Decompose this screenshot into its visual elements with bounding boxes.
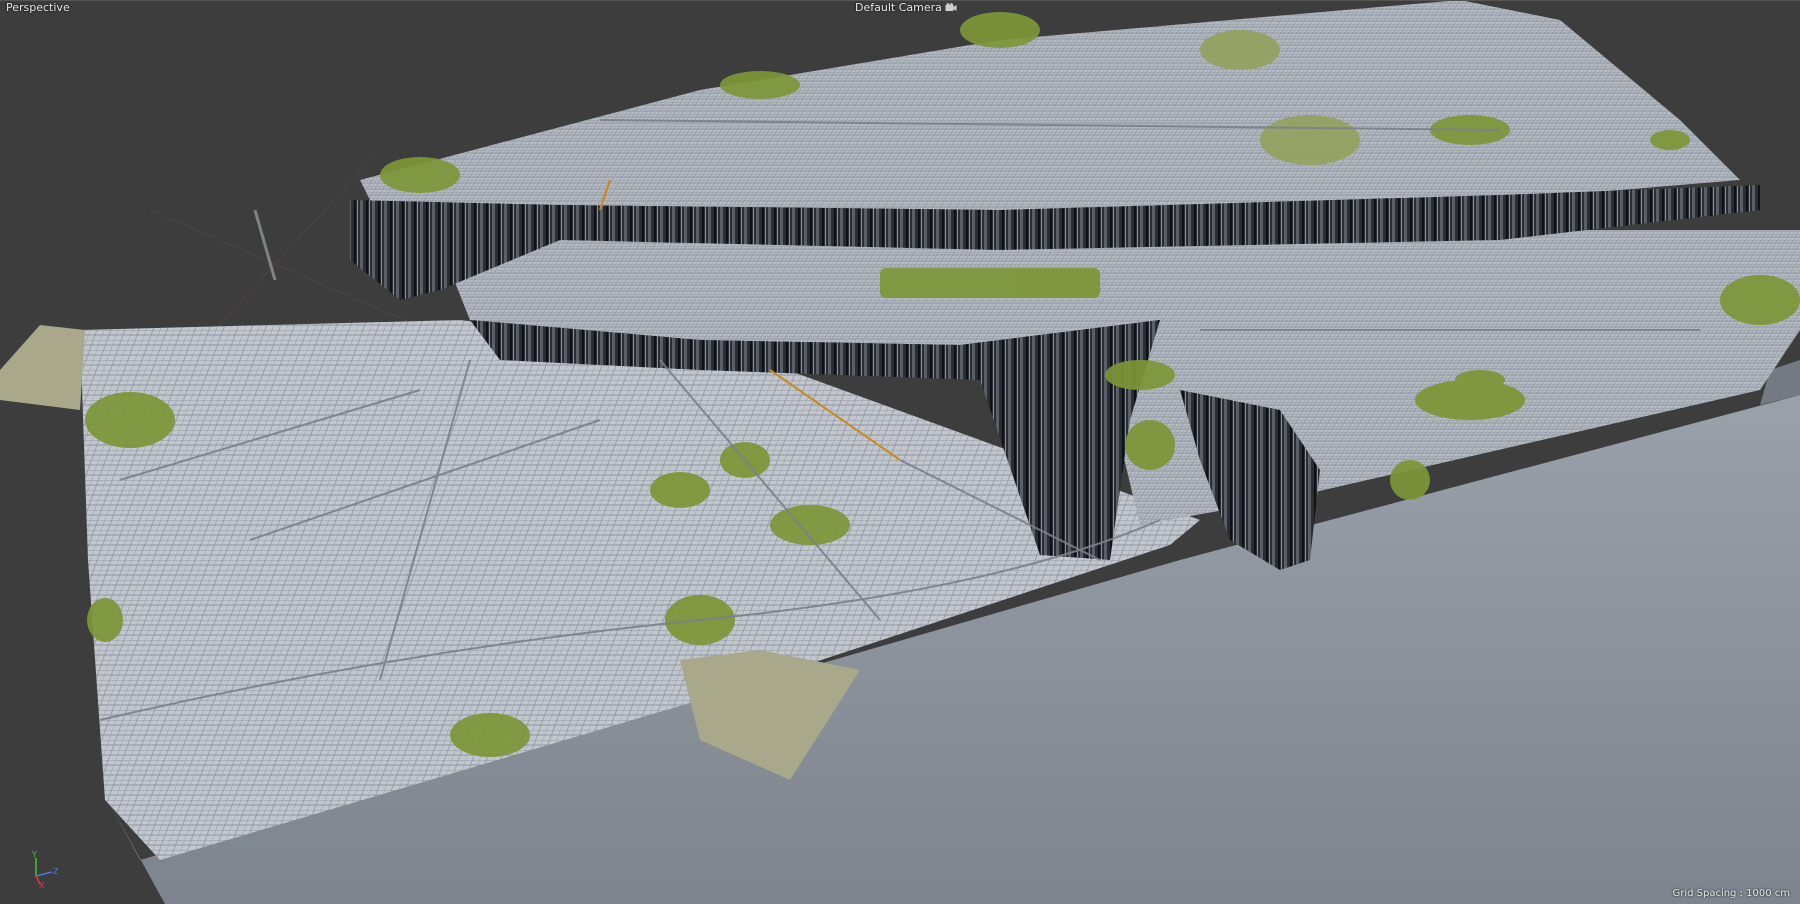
3d-viewport[interactable]: Perspective Default Camera Grid Spacing … <box>0 0 1800 904</box>
grid-spacing-readout: Grid Spacing : 1000 cm <box>1672 888 1790 899</box>
upper-city-plane <box>360 0 1740 220</box>
z-axis-line <box>35 871 53 877</box>
axis-gizmo: Y Z X <box>31 850 59 888</box>
camera-name: Default Camera <box>855 1 942 14</box>
view-mode-label[interactable]: Perspective <box>6 1 70 14</box>
camera-menu[interactable]: Default Camera <box>855 1 957 14</box>
y-axis-label: Y <box>31 850 37 859</box>
city-model-scene[interactable] <box>0 0 1800 904</box>
x-axis-label: X <box>39 881 45 888</box>
z-axis-label: Z <box>53 867 59 876</box>
camera-icon <box>945 3 957 11</box>
